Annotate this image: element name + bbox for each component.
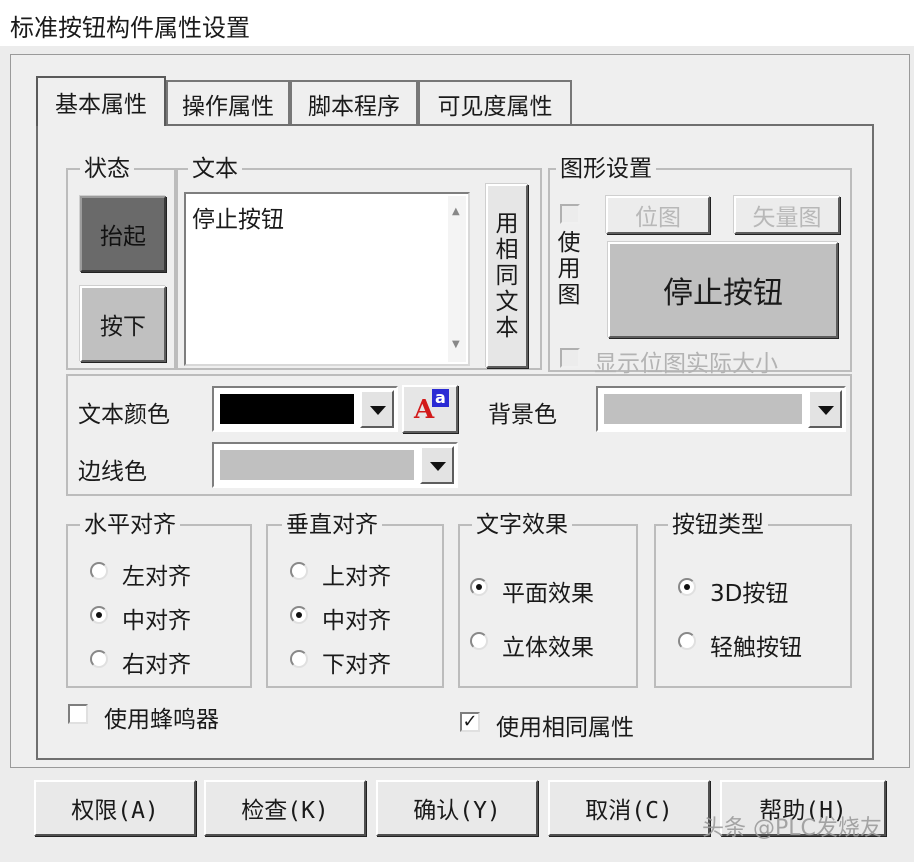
flat-effect-radio[interactable] <box>470 578 488 596</box>
3d-effect-label: 立体效果 <box>502 635 594 661</box>
use-image-checkbox[interactable] <box>560 204 580 224</box>
3d-button-radio[interactable] <box>678 578 696 596</box>
touch-button-radio[interactable] <box>678 632 696 650</box>
confirm-button[interactable]: 确认(Y) <box>376 780 538 836</box>
bitmap-button[interactable]: 位图 <box>606 196 710 234</box>
watermark-text: 头条 @PLC发烧友 <box>702 816 882 841</box>
button-text-input[interactable]: 停止按钮 ▲ ▼ <box>184 192 470 366</box>
bg-color-dropdown[interactable] <box>596 386 846 432</box>
cancel-button[interactable]: 取消(C) <box>548 780 710 836</box>
tab-visibility-properties[interactable]: 可见度属性 <box>418 80 572 126</box>
tab-basic-properties[interactable]: 基本属性 <box>36 76 166 126</box>
3d-effect-radio[interactable] <box>470 632 488 650</box>
border-color-dropdown[interactable] <box>212 442 458 488</box>
use-same-props-checkbox[interactable]: ✓ <box>460 712 480 732</box>
use-same-props-label: 使用相同属性 <box>496 715 634 741</box>
v-align-middle-label: 中对齐 <box>322 608 391 634</box>
use-buzzer-checkbox[interactable] <box>68 704 88 724</box>
permissions-button[interactable]: 权限(A) <box>34 780 196 836</box>
v-align-top-radio[interactable] <box>290 562 308 580</box>
show-actual-size-checkbox[interactable] <box>560 348 580 368</box>
text-group-label: 文本 <box>188 156 242 182</box>
use-same-text-label: 用相同文本 <box>495 211 519 341</box>
3d-button-label: 3D按钮 <box>710 581 789 607</box>
chevron-down-icon[interactable] <box>808 390 842 428</box>
title-bar: 标准按钮构件属性设置 <box>0 0 914 46</box>
flat-effect-label: 平面效果 <box>502 581 594 607</box>
button-type-label: 按钮类型 <box>668 512 768 538</box>
border-color-label: 边线色 <box>78 459 147 485</box>
state-down-button[interactable]: 按下 <box>80 286 166 362</box>
button-text-value: 停止按钮 <box>192 207 284 233</box>
h-align-right-radio[interactable] <box>90 650 108 668</box>
v-align-middle-radio[interactable] <box>290 606 308 624</box>
dialog-window: 标准按钮构件属性设置 基本属性 操作属性 脚本程序 可见度属性 状态 抬起 按下… <box>0 0 914 862</box>
border-color-swatch <box>220 450 414 480</box>
tab-operation-properties[interactable]: 操作属性 <box>166 80 290 126</box>
h-align-label: 水平对齐 <box>80 512 180 538</box>
check-button[interactable]: 检查(K) <box>204 780 366 836</box>
text-color-label: 文本颜色 <box>78 402 170 428</box>
h-align-center-label: 中对齐 <box>122 608 191 634</box>
show-actual-size-label: 显示位图实际大小 <box>594 351 778 377</box>
touch-button-label: 轻触按钮 <box>710 635 802 661</box>
h-align-right-label: 右对齐 <box>122 652 191 678</box>
state-group-label: 状态 <box>80 156 134 182</box>
tab-script-program[interactable]: 脚本程序 <box>290 80 418 126</box>
text-effect-label: 文字效果 <box>472 512 572 538</box>
window-title: 标准按钮构件属性设置 <box>10 14 250 42</box>
scroll-down-icon[interactable]: ▼ <box>452 339 460 350</box>
vector-button[interactable]: 矢量图 <box>734 196 840 234</box>
text-scrollbar[interactable]: ▲ ▼ <box>448 196 466 362</box>
v-align-bottom-label: 下对齐 <box>322 652 391 678</box>
graphic-settings-label: 图形设置 <box>556 156 656 182</box>
button-preview: 停止按钮 <box>608 242 838 338</box>
chevron-down-icon[interactable] <box>360 390 394 428</box>
bg-color-label: 背景色 <box>488 402 557 428</box>
h-align-left-label: 左对齐 <box>122 564 191 590</box>
use-same-text-button[interactable]: 用相同文本 <box>486 184 528 368</box>
bg-color-swatch <box>604 394 802 424</box>
v-align-bottom-radio[interactable] <box>290 650 308 668</box>
text-color-swatch <box>220 394 354 424</box>
use-buzzer-label: 使用蜂鸣器 <box>104 707 219 733</box>
use-image-label: 使用图 <box>557 230 581 308</box>
chevron-down-icon[interactable] <box>420 446 454 484</box>
h-align-left-radio[interactable] <box>90 562 108 580</box>
text-color-dropdown[interactable] <box>212 386 398 432</box>
v-align-label: 垂直对齐 <box>282 512 382 538</box>
state-up-button[interactable]: 抬起 <box>80 196 166 272</box>
font-settings-icon[interactable]: A a <box>402 385 458 433</box>
font-a-glyph: a <box>432 389 449 407</box>
scroll-up-icon[interactable]: ▲ <box>452 206 460 217</box>
h-align-center-radio[interactable] <box>90 606 108 624</box>
v-align-top-label: 上对齐 <box>322 564 391 590</box>
